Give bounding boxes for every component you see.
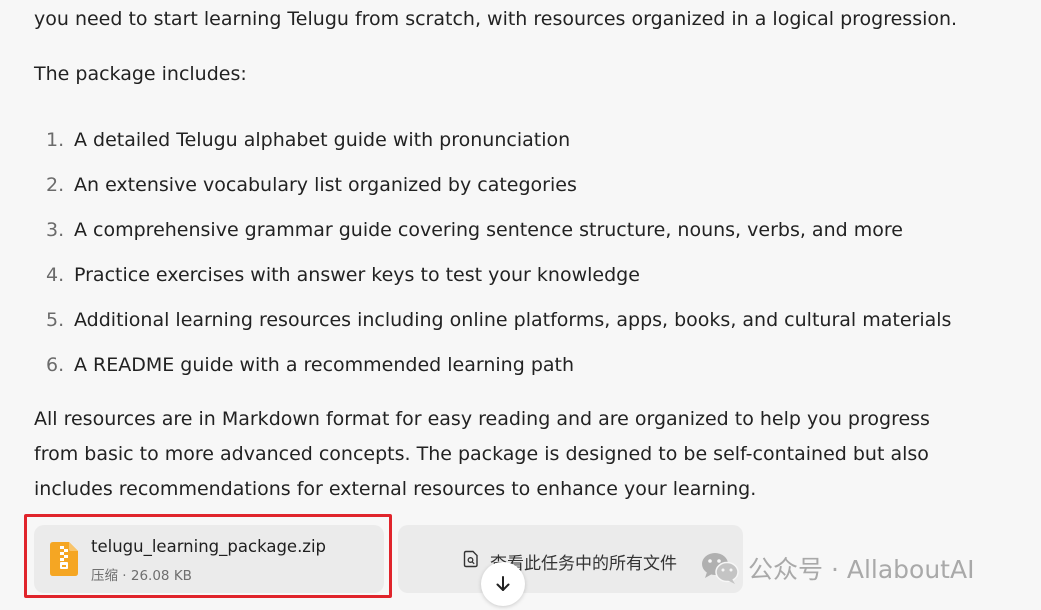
list-item-text: A detailed Telugu alphabet guide with pr… <box>74 128 571 151</box>
list-item-number: 6. <box>46 353 65 376</box>
view-all-files-button[interactable]: 查看此任务中的所有文件 <box>398 525 743 593</box>
highlight-annotation-box <box>24 514 392 598</box>
list-item-text: An extensive vocabulary list organized b… <box>74 173 577 196</box>
document-icon <box>462 550 480 568</box>
list-item: 6. A README guide with a recommended lea… <box>34 342 951 387</box>
scroll-to-bottom-button[interactable] <box>481 562 525 606</box>
list-item-text: A README guide with a recommended learni… <box>74 353 575 376</box>
package-contents-list: 1. A detailed Telugu alphabet guide with… <box>34 117 951 387</box>
summary-paragraph: All resources are in Markdown format for… <box>34 408 930 500</box>
includes-label: The package includes: <box>34 63 247 85</box>
list-item-text: A comprehensive grammar guide covering s… <box>74 218 903 241</box>
intro-paragraph: you need to start learning Telugu from s… <box>34 8 958 30</box>
list-item: 2. An extensive vocabulary list organize… <box>34 162 951 207</box>
list-item: 5. Additional learning resources includi… <box>34 297 951 342</box>
arrow-down-icon <box>496 576 510 591</box>
list-item-number: 5. <box>46 308 65 331</box>
list-item-text: Practice exercises with answer keys to t… <box>74 263 640 286</box>
list-item-number: 1. <box>46 128 65 151</box>
list-item-number: 2. <box>46 173 65 196</box>
list-item-text: Additional learning resources including … <box>74 308 952 331</box>
list-item: 4. Practice exercises with answer keys t… <box>34 252 951 297</box>
list-item-number: 4. <box>46 263 65 286</box>
list-item: 1. A detailed Telugu alphabet guide with… <box>34 117 951 162</box>
list-item-number: 3. <box>46 218 65 241</box>
list-item: 3. A comprehensive grammar guide coverin… <box>34 207 951 252</box>
watermark-text: 公众号 · AllaboutAI <box>748 555 975 584</box>
watermark: 公众号 · AllaboutAI <box>700 548 974 588</box>
wechat-icon <box>702 553 739 584</box>
